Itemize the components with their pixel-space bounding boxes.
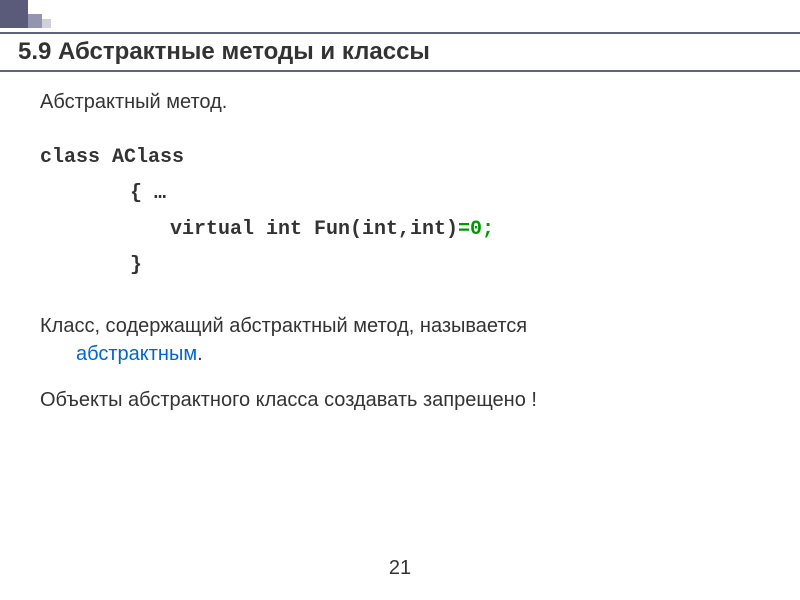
para-text: Класс, содержащий абстрактный метод, наз…: [40, 315, 527, 337]
code-line: virtual int Fun(int,int)=0;: [170, 212, 760, 248]
page-number: 21: [0, 557, 800, 580]
code-line: { …: [130, 176, 760, 212]
code-line: class AClass: [40, 140, 760, 176]
paragraph: Класс, содержащий абстрактный метод, наз…: [40, 312, 760, 368]
slide-title-bar: 5.9 Абстрактные методы и классы: [0, 32, 800, 72]
slide-corner-decoration: [0, 0, 51, 28]
code-block: class AClass { … virtual int Fun(int,int…: [40, 140, 760, 284]
slide-content: Абстрактный метод. class AClass { … virt…: [40, 88, 760, 432]
highlighted-term: абстрактным: [76, 343, 197, 365]
deco-square-large: [0, 0, 28, 28]
code-line: }: [130, 248, 760, 284]
paragraph: Объекты абстрактного класса создавать за…: [40, 386, 760, 414]
code-text: virtual int Fun(int,int): [170, 218, 458, 241]
deco-square-medium: [28, 14, 42, 28]
subtitle-text: Абстрактный метод.: [40, 88, 760, 116]
deco-square-small: [42, 19, 51, 28]
code-pure-virtual: =0;: [458, 218, 494, 241]
para-indent: абстрактным.: [76, 340, 203, 368]
para-text: .: [197, 343, 203, 365]
slide-title: 5.9 Абстрактные методы и классы: [18, 38, 800, 66]
